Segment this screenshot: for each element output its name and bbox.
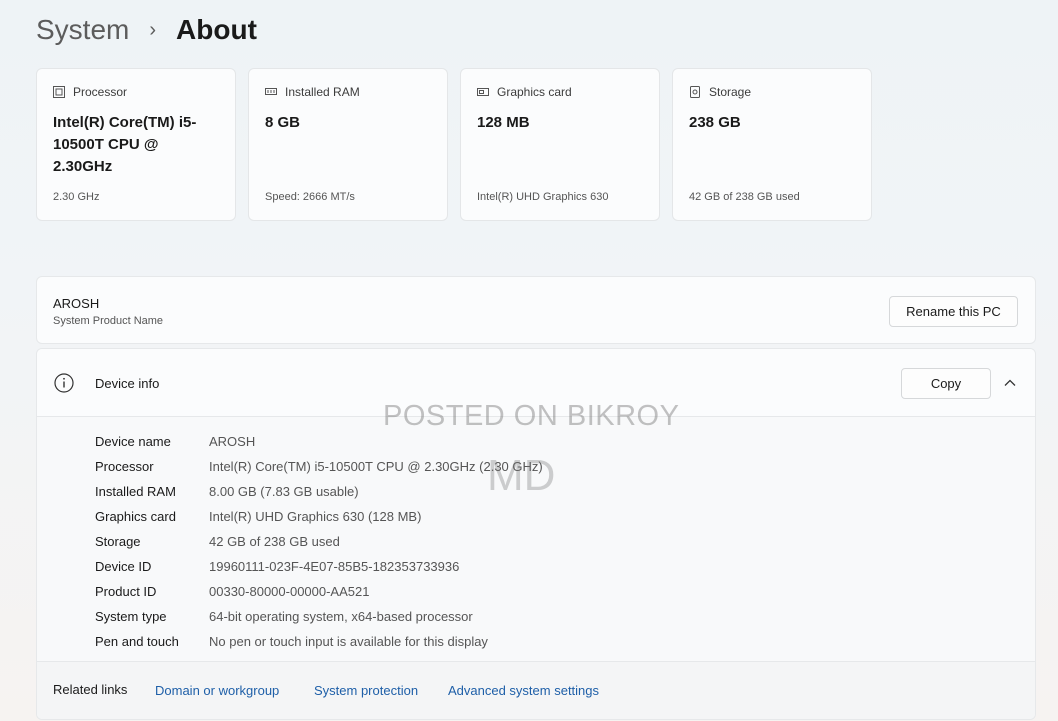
card-sub: Intel(R) UHD Graphics 630 — [477, 191, 609, 203]
card-sub: 2.30 GHz — [53, 191, 100, 203]
spec-value: No pen or touch input is available for t… — [209, 634, 488, 649]
pc-name-panel: AROSH System Product Name Rename this PC — [36, 276, 1036, 344]
spec-row: Device ID 19960111-023F-4E07-85B5-182353… — [95, 554, 543, 579]
spec-value: 64-bit operating system, x64-based proce… — [209, 609, 473, 624]
card-label: Processor — [73, 85, 128, 99]
card-value: 128 MB — [477, 114, 530, 131]
storage-card: Storage 238 GB 42 GB of 238 GB used — [672, 68, 872, 221]
spec-row: Installed RAM 8.00 GB (7.83 GB usable) — [95, 479, 543, 504]
pc-product-name: System Product Name — [53, 315, 164, 327]
spec-row: Device name AROSH — [95, 429, 543, 454]
breadcrumb: System › About — [36, 14, 257, 46]
spec-label: Pen and touch — [95, 634, 179, 649]
ram-card: Installed RAM 8 GB Speed: 2666 MT/s — [248, 68, 448, 221]
spec-label: Product ID — [95, 584, 157, 599]
system-protection-link[interactable]: System protection — [314, 683, 418, 698]
card-label: Installed RAM — [285, 85, 360, 99]
spec-label: Processor — [95, 459, 154, 474]
card-value: 8 GB — [265, 114, 301, 131]
pc-name: AROSH — [53, 296, 100, 311]
related-links-bar: Related links Domain or workgroup System… — [37, 661, 1035, 719]
spec-value: 8.00 GB (7.83 GB usable) — [209, 484, 359, 499]
spec-row: Graphics card Intel(R) UHD Graphics 630 … — [95, 504, 543, 529]
graphics-card-icon — [477, 86, 489, 98]
device-spec-list: Device name AROSH Processor Intel(R) Cor… — [95, 429, 543, 654]
spec-value: AROSH — [209, 434, 256, 449]
spec-row: Storage 42 GB of 238 GB used — [95, 529, 543, 554]
spec-value: 00330-80000-00000-AA521 — [209, 584, 370, 599]
spec-value: 42 GB of 238 GB used — [209, 534, 340, 549]
spec-label: Installed RAM — [95, 484, 176, 499]
spec-label: Storage — [95, 534, 141, 549]
spec-row: Pen and touch No pen or touch input is a… — [95, 629, 543, 654]
spec-label: Device name — [95, 434, 171, 449]
card-value: Intel(R) Core(TM) i5-10500T CPU @ 2.30GH… — [53, 114, 197, 175]
storage-icon — [689, 86, 701, 98]
graphics-card-card: Graphics card 128 MB Intel(R) UHD Graphi… — [460, 68, 660, 221]
spec-value: Intel(R) Core(TM) i5-10500T CPU @ 2.30GH… — [209, 459, 543, 474]
processor-card: Processor Intel(R) Core(TM) i5-10500T CP… — [36, 68, 236, 221]
spec-row: Product ID 00330-80000-00000-AA521 — [95, 579, 543, 604]
related-links-label: Related links — [53, 682, 128, 697]
spec-cards: Processor Intel(R) Core(TM) i5-10500T CP… — [36, 68, 872, 221]
device-info-panel: Device info Copy Device name AROSH Proce… — [36, 348, 1036, 720]
spec-label: System type — [95, 609, 167, 624]
chevron-up-icon[interactable] — [1003, 376, 1017, 390]
card-sub: Speed: 2666 MT/s — [265, 191, 355, 203]
card-value: 238 GB — [689, 114, 741, 131]
device-info-header[interactable]: Device info Copy — [37, 349, 1035, 417]
spec-value: Intel(R) UHD Graphics 630 (128 MB) — [209, 509, 422, 524]
processor-icon — [53, 86, 65, 98]
card-label: Graphics card — [497, 85, 572, 99]
domain-workgroup-link[interactable]: Domain or workgroup — [155, 683, 279, 698]
advanced-system-settings-link[interactable]: Advanced system settings — [448, 683, 599, 698]
spec-row: System type 64-bit operating system, x64… — [95, 604, 543, 629]
copy-button[interactable]: Copy — [901, 368, 991, 399]
spec-label: Graphics card — [95, 509, 176, 524]
info-icon — [54, 373, 74, 393]
spec-row: Processor Intel(R) Core(TM) i5-10500T CP… — [95, 454, 543, 479]
spec-label: Device ID — [95, 559, 152, 574]
breadcrumb-chevron-icon: › — [149, 18, 157, 41]
ram-icon — [265, 86, 277, 98]
device-info-title: Device info — [95, 376, 160, 391]
rename-pc-button[interactable]: Rename this PC — [889, 296, 1018, 327]
page-title: About — [176, 14, 257, 45]
breadcrumb-system[interactable]: System — [36, 14, 129, 46]
spec-value: 19960111-023F-4E07-85B5-182353733936 — [209, 559, 460, 574]
card-label: Storage — [709, 85, 752, 99]
card-sub: 42 GB of 238 GB used — [689, 191, 800, 203]
